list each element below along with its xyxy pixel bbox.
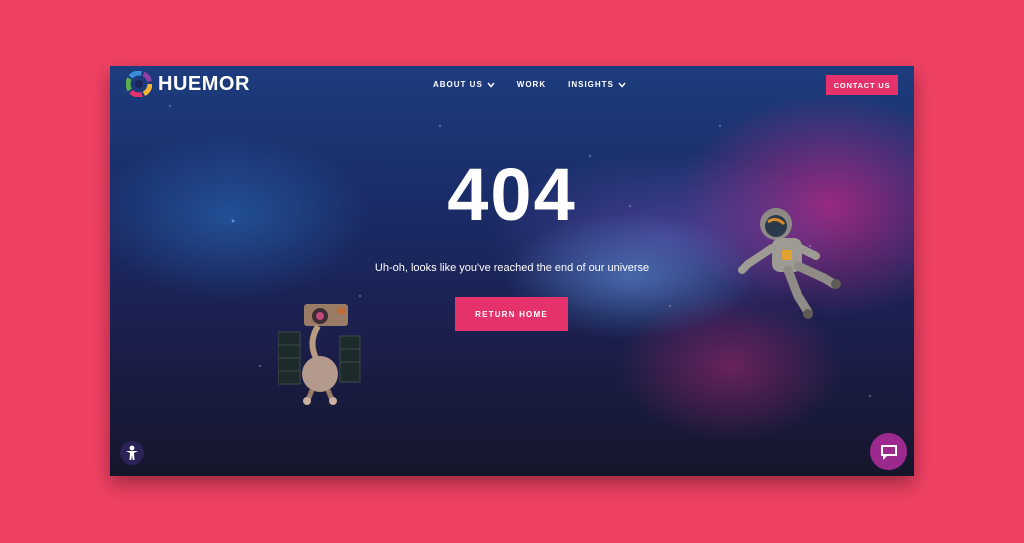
chat-widget-button[interactable] [870,433,907,470]
chevron-down-icon [618,82,626,88]
chat-icon [880,444,897,460]
nav-item-label: INSIGHTS [568,80,614,89]
chevron-down-icon [487,82,495,88]
nav-item-about-us[interactable]: ABOUT US [433,80,495,89]
brand-name: HUEMOR [158,72,250,95]
browser-viewport: HUEMOR ABOUT US WORK INSIGHTS CONTACT US… [110,66,914,476]
contact-us-button[interactable]: CONTACT US [826,75,898,95]
nav-item-label: ABOUT US [433,80,483,89]
nav-item-work[interactable]: WORK [517,80,546,89]
return-home-button[interactable]: RETURN HOME [455,297,568,331]
accessibility-icon [126,445,138,460]
nav-item-insights[interactable]: INSIGHTS [568,80,626,89]
huemor-logo-icon [126,71,152,97]
nav-item-label: WORK [516,80,547,89]
astronaut-illustration [738,208,841,319]
accessibility-button[interactable] [120,441,144,465]
main-nav: ABOUT US WORK INSIGHTS [433,80,626,89]
robot-satellite-illustration [278,304,361,405]
site-logo[interactable]: HUEMOR [126,71,250,97]
